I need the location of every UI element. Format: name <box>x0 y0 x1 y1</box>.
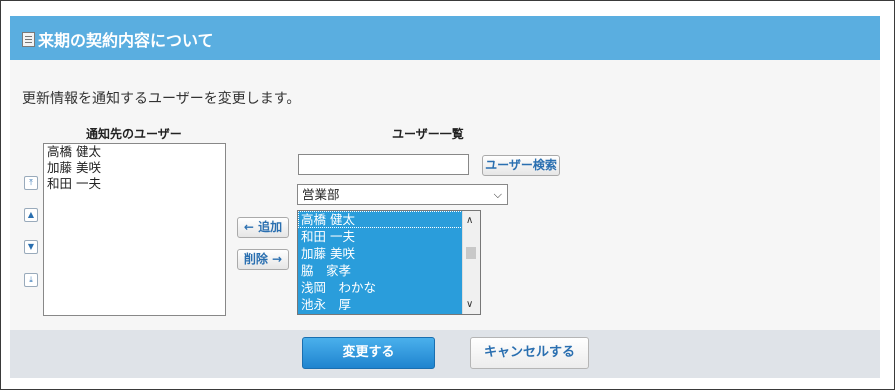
notify-list-heading: 通知先のユーザー <box>86 127 182 141</box>
chevron-up-icon[interactable]: ∧ <box>466 215 473 226</box>
cancel-button[interactable]: キャンセルする <box>470 337 589 369</box>
list-item[interactable]: 和田 一夫 <box>298 228 463 245</box>
user-list-scrollbar[interactable]: ∧ ∨ <box>462 211 480 314</box>
description-text: 更新情報を通知するユーザーを変更します。 <box>22 91 301 107</box>
department-select-value: 営業部 <box>302 187 340 202</box>
scrollbar-thumb[interactable] <box>466 247 476 259</box>
remove-button[interactable]: 削除 → <box>237 249 289 270</box>
chevron-down-icon: ⌵ <box>493 188 502 201</box>
move-up-icon[interactable]: ▲ <box>24 208 38 222</box>
list-item[interactable]: 浅岡 わかな <box>298 279 463 296</box>
chevron-down-icon[interactable]: ∨ <box>466 299 473 310</box>
list-item[interactable]: 和田 一夫 <box>44 176 225 192</box>
notify-user-list[interactable]: 高橋 健太 加藤 美咲 和田 一夫 <box>43 143 226 316</box>
document-icon <box>22 32 35 47</box>
list-item[interactable]: 高橋 健太 <box>298 211 463 228</box>
department-select[interactable]: 営業部 ⌵ <box>297 184 508 205</box>
list-item[interactable]: 加藤 美咲 <box>44 160 225 176</box>
section-title: 来期の契約内容について <box>38 31 214 50</box>
submit-button[interactable]: 変更する <box>302 337 435 369</box>
list-item[interactable]: 脇 家孝 <box>298 262 463 279</box>
list-item[interactable]: 池永 厚 <box>298 296 463 313</box>
list-item[interactable]: 高橋 健太 <box>44 144 225 160</box>
add-button[interactable]: ← 追加 <box>237 217 289 238</box>
user-search-button[interactable]: ユーザー検索 <box>482 155 560 176</box>
section-header: 来期の契約内容について <box>10 16 880 61</box>
move-down-icon[interactable]: ▼ <box>24 240 38 254</box>
user-list-heading: ユーザー一覧 <box>392 127 464 141</box>
footer-bar <box>10 330 880 378</box>
user-list[interactable]: 高橋 健太 和田 一夫 加藤 美咲 脇 家孝 浅岡 わかな 池永 厚 ∧ ∨ <box>297 210 481 315</box>
move-bottom-icon[interactable]: ⤓ <box>24 273 38 287</box>
selection-highlight: 高橋 健太 和田 一夫 加藤 美咲 脇 家孝 浅岡 わかな 池永 厚 <box>298 211 463 314</box>
user-search-input[interactable] <box>298 154 469 175</box>
move-top-icon[interactable]: ⤒ <box>24 176 38 190</box>
list-item[interactable]: 加藤 美咲 <box>298 245 463 262</box>
